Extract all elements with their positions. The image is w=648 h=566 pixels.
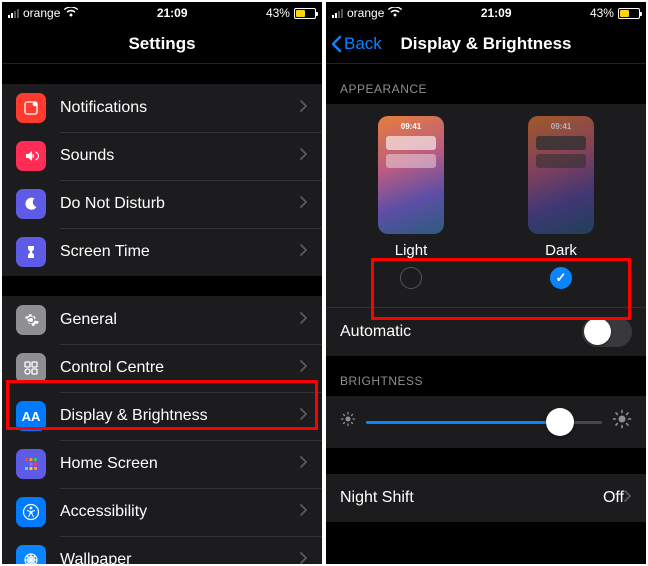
status-bar: orange 21:09 43% xyxy=(326,2,646,24)
settings-row-control-centre[interactable]: Control Centre xyxy=(2,344,322,392)
control-centre-icon xyxy=(16,353,46,383)
settings-row-sounds[interactable]: Sounds xyxy=(2,132,322,180)
brightness-slider[interactable] xyxy=(366,408,602,436)
radio-selected-icon xyxy=(550,267,572,289)
settings-row-general[interactable]: General xyxy=(2,296,322,344)
nav-bar: Settings xyxy=(2,24,322,64)
wifi-icon xyxy=(64,7,78,20)
gear-icon xyxy=(16,305,46,335)
status-time: 21:09 xyxy=(157,6,188,20)
chevron-right-icon xyxy=(300,147,308,165)
light-preview: 09:41 xyxy=(378,116,444,234)
night-shift-row[interactable]: Night Shift Off xyxy=(326,474,646,522)
sun-small-icon xyxy=(340,411,356,432)
settings-row-wallpaper[interactable]: Wallpaper xyxy=(2,536,322,564)
appearance-option-dark[interactable]: 09:41 Dark xyxy=(528,116,594,289)
signal-bars-icon xyxy=(332,8,343,18)
back-label: Back xyxy=(344,34,382,54)
home-screen-icon xyxy=(16,449,46,479)
row-label: Sounds xyxy=(60,147,300,165)
carrier-label: orange xyxy=(347,6,384,20)
chevron-right-icon xyxy=(300,551,308,564)
carrier-label: orange xyxy=(23,6,60,20)
sounds-icon xyxy=(16,141,46,171)
chevron-right-icon xyxy=(300,407,308,425)
row-label: Screen Time xyxy=(60,243,300,261)
chevron-right-icon xyxy=(300,455,308,473)
night-shift-label: Night Shift xyxy=(340,489,603,507)
settings-row-dnd[interactable]: Do Not Disturb xyxy=(2,180,322,228)
display-brightness-screen: orange 21:09 43% Back Display & Brightne… xyxy=(326,2,646,564)
row-label: Do Not Disturb xyxy=(60,195,300,213)
automatic-toggle[interactable] xyxy=(582,317,632,347)
chevron-right-icon xyxy=(300,99,308,117)
row-label: Notifications xyxy=(60,99,300,117)
row-label: General xyxy=(60,311,300,329)
automatic-row: Automatic xyxy=(326,308,646,356)
settings-row-accessibility[interactable]: Accessibility xyxy=(2,488,322,536)
appearance-picker: 09:41 Light 09:41 Dark xyxy=(326,104,646,307)
row-label: Home Screen xyxy=(60,455,300,473)
settings-screen: orange 21:09 43% Settings Notifications xyxy=(2,2,322,564)
brightness-row xyxy=(326,396,646,448)
settings-row-home-screen[interactable]: Home Screen xyxy=(2,440,322,488)
chevron-right-icon xyxy=(300,243,308,261)
settings-group-1: Notifications Sounds Do Not Disturb xyxy=(2,84,322,276)
chevron-right-icon xyxy=(300,311,308,329)
row-label: Display & Brightness xyxy=(60,407,300,425)
nav-bar: Back Display & Brightness xyxy=(326,24,646,64)
back-button[interactable]: Back xyxy=(330,24,382,63)
row-label: Wallpaper xyxy=(60,551,300,564)
dark-label: Dark xyxy=(545,242,577,259)
chevron-right-icon xyxy=(624,489,632,507)
sun-large-icon xyxy=(612,409,632,434)
row-label: Control Centre xyxy=(60,359,300,377)
wifi-icon xyxy=(388,7,402,20)
section-header-brightness: BRIGHTNESS xyxy=(326,356,646,396)
battery-icon xyxy=(294,8,316,19)
accessibility-icon xyxy=(16,497,46,527)
settings-row-screentime[interactable]: Screen Time xyxy=(2,228,322,276)
dark-preview: 09:41 xyxy=(528,116,594,234)
page-title: Settings xyxy=(128,34,195,54)
light-label: Light xyxy=(395,242,428,259)
page-title: Display & Brightness xyxy=(401,34,572,54)
row-label: Accessibility xyxy=(60,503,300,521)
battery-icon xyxy=(618,8,640,19)
settings-row-notifications[interactable]: Notifications xyxy=(2,84,322,132)
notifications-icon xyxy=(16,93,46,123)
appearance-option-light[interactable]: 09:41 Light xyxy=(378,116,444,289)
wallpaper-icon xyxy=(16,545,46,564)
signal-bars-icon xyxy=(8,8,19,18)
screentime-icon xyxy=(16,237,46,267)
chevron-right-icon xyxy=(300,195,308,213)
battery-pct: 43% xyxy=(266,6,290,20)
status-time: 21:09 xyxy=(481,6,512,20)
status-bar: orange 21:09 43% xyxy=(2,2,322,24)
settings-row-display-brightness[interactable]: AA Display & Brightness xyxy=(2,392,322,440)
battery-pct: 43% xyxy=(590,6,614,20)
automatic-label: Automatic xyxy=(340,323,582,341)
night-shift-detail: Off xyxy=(603,489,624,507)
section-header-appearance: APPEARANCE xyxy=(326,64,646,104)
settings-group-2: General Control Centre AA Display & Brig… xyxy=(2,296,322,564)
chevron-right-icon xyxy=(300,503,308,521)
dnd-icon xyxy=(16,189,46,219)
chevron-right-icon xyxy=(300,359,308,377)
radio-unselected-icon xyxy=(400,267,422,289)
display-brightness-icon: AA xyxy=(16,401,46,431)
